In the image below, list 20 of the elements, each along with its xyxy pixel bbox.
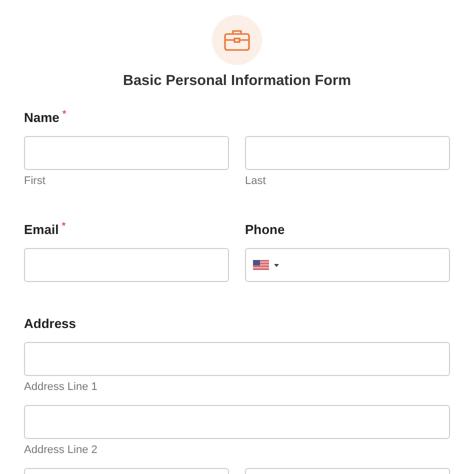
field-hint: Last	[245, 174, 267, 188]
phone-input-field[interactable]	[245, 248, 450, 282]
required-mark: *	[62, 109, 66, 121]
field-label-text: Address	[24, 315, 76, 333]
text-input-field[interactable]	[24, 342, 450, 376]
required-mark: *	[62, 221, 66, 233]
field-label-text: Email	[24, 221, 59, 239]
briefcase-icon	[224, 29, 250, 51]
field-label-text: Phone	[245, 221, 285, 239]
field-hint: Address Line 1	[24, 380, 98, 394]
form-title: Basic Personal Information Form	[122, 72, 352, 91]
field-label-text: Name	[24, 109, 60, 127]
text-input-field[interactable]	[24, 136, 229, 170]
caret-icon[interactable]	[274, 264, 279, 266]
flag-icon[interactable]	[253, 260, 269, 270]
field-hint: First	[24, 174, 46, 188]
text-input-field[interactable]	[24, 405, 450, 439]
text-input-field[interactable]	[245, 136, 450, 170]
text-input-field[interactable]	[24, 248, 229, 282]
field-hint: Address Line 2	[24, 443, 98, 457]
